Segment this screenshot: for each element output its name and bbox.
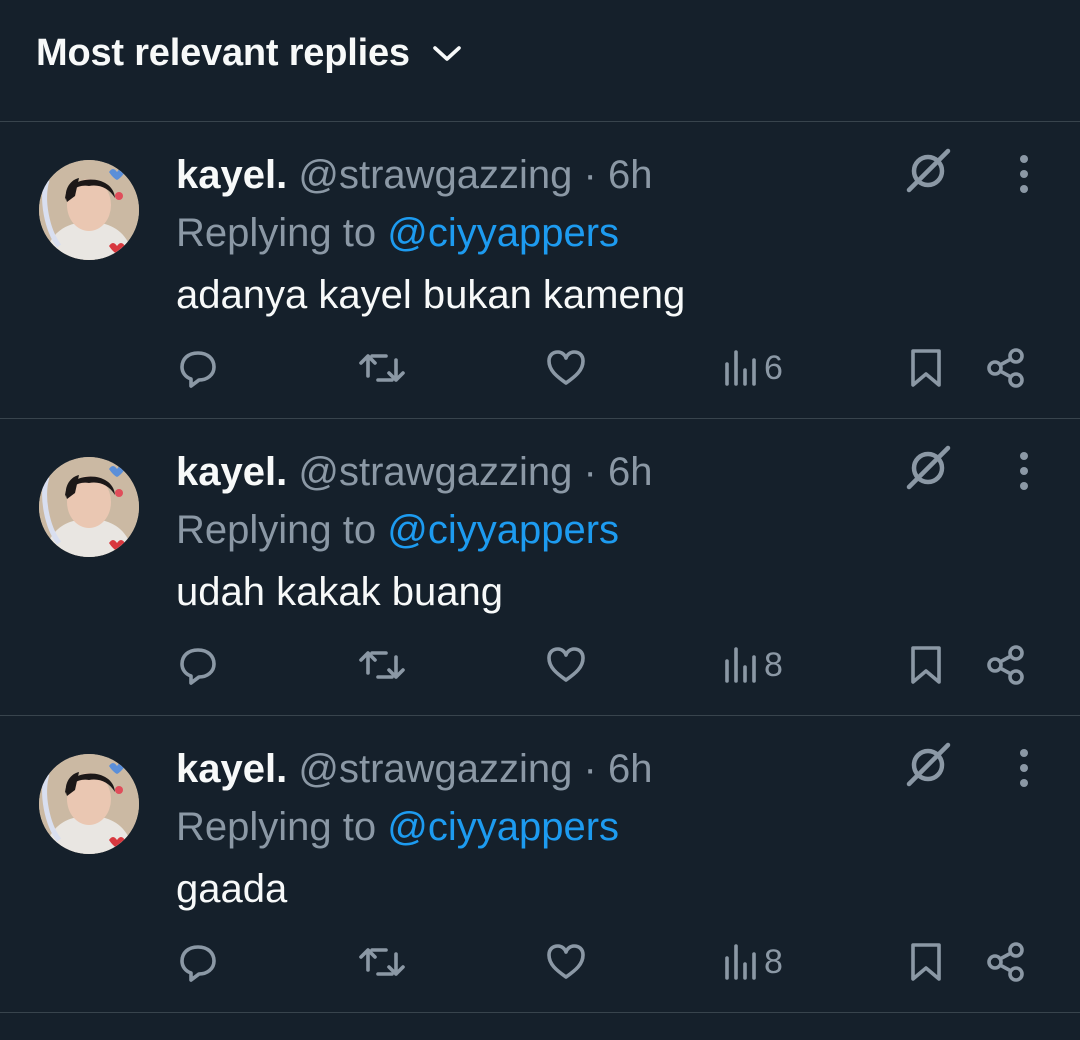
chevron-down-icon bbox=[432, 44, 462, 64]
replying-to-label: Replying to bbox=[176, 211, 377, 255]
reply-item[interactable]: kayel. @strawgazzing · 6h Replying to @c… bbox=[0, 122, 1080, 419]
share-icon bbox=[987, 348, 1024, 388]
like-button[interactable] bbox=[544, 940, 588, 984]
sort-replies-dropdown[interactable]: Most relevant replies bbox=[36, 32, 462, 75]
reply-list: kayel. @strawgazzing · 6h Replying to @c… bbox=[0, 122, 1080, 1013]
reply-item[interactable]: kayel. @strawgazzing · 6h Replying to @c… bbox=[0, 419, 1080, 716]
mention-link[interactable]: @ciyyappers bbox=[387, 508, 619, 552]
replies-header: Most relevant replies bbox=[0, 0, 1080, 122]
avatar[interactable] bbox=[39, 160, 139, 260]
views-button[interactable]: 6 bbox=[722, 348, 783, 388]
share-button[interactable] bbox=[984, 940, 1028, 984]
retweet-icon bbox=[359, 651, 405, 679]
display-name[interactable]: kayel. bbox=[176, 153, 287, 197]
share-button[interactable] bbox=[984, 346, 1028, 390]
reply-text: gaada bbox=[176, 867, 288, 911]
reply-button[interactable] bbox=[176, 940, 220, 984]
reply-button[interactable] bbox=[176, 346, 220, 390]
bookmark-button[interactable] bbox=[906, 346, 946, 390]
views-button[interactable]: 8 bbox=[722, 942, 783, 982]
bookmark-button[interactable] bbox=[906, 643, 946, 687]
display-name[interactable]: kayel. bbox=[176, 747, 287, 791]
mention-link[interactable]: @ciyyappers bbox=[387, 805, 619, 849]
retweet-button[interactable] bbox=[358, 940, 406, 984]
grok-icon[interactable] bbox=[904, 443, 954, 493]
reply-text: udah kakak buang bbox=[176, 570, 503, 614]
more-vertical-icon[interactable] bbox=[1004, 152, 1044, 196]
reply-text: adanya kayel bukan kameng bbox=[176, 273, 686, 317]
views-button[interactable]: 8 bbox=[722, 645, 783, 685]
more-vertical-icon[interactable] bbox=[1004, 449, 1044, 493]
reply-meta: kayel. @strawgazzing · 6h bbox=[176, 743, 930, 795]
timestamp[interactable]: 6h bbox=[608, 153, 653, 197]
view-count: 6 bbox=[764, 348, 783, 387]
views-icon bbox=[725, 350, 756, 386]
replying-to-line: Replying to @ciyyappers bbox=[176, 504, 930, 556]
view-count: 8 bbox=[764, 942, 783, 981]
display-name[interactable]: kayel. bbox=[176, 450, 287, 494]
replying-to-label: Replying to bbox=[176, 508, 377, 552]
user-handle[interactable]: @strawgazzing bbox=[298, 747, 572, 791]
bookmark-icon bbox=[911, 646, 941, 684]
retweet-icon bbox=[359, 354, 405, 382]
mention-link[interactable]: @ciyyappers bbox=[387, 211, 619, 255]
bookmark-icon bbox=[911, 943, 941, 981]
separator-dot: · bbox=[583, 450, 597, 494]
like-button[interactable] bbox=[544, 346, 588, 390]
replying-to-line: Replying to @ciyyappers bbox=[176, 207, 930, 259]
heart-icon bbox=[547, 350, 585, 385]
separator-dot: · bbox=[583, 153, 597, 197]
bookmark-button[interactable] bbox=[906, 940, 946, 984]
reply-button[interactable] bbox=[176, 643, 220, 687]
share-icon bbox=[987, 645, 1024, 685]
more-vertical-icon[interactable] bbox=[1004, 746, 1044, 790]
reply-content: kayel. @strawgazzing · 6h Replying to @c… bbox=[176, 743, 930, 915]
avatar[interactable] bbox=[39, 754, 139, 854]
bookmark-icon bbox=[911, 349, 941, 387]
views-icon bbox=[725, 944, 756, 980]
heart-icon bbox=[547, 944, 585, 979]
user-handle[interactable]: @strawgazzing bbox=[298, 153, 572, 197]
reply-meta: kayel. @strawgazzing · 6h bbox=[176, 446, 930, 498]
reply-icon bbox=[180, 351, 216, 388]
retweet-button[interactable] bbox=[358, 346, 406, 390]
user-handle[interactable]: @strawgazzing bbox=[298, 450, 572, 494]
timestamp[interactable]: 6h bbox=[608, 450, 653, 494]
reply-content: kayel. @strawgazzing · 6h Replying to @c… bbox=[176, 149, 930, 321]
timestamp[interactable]: 6h bbox=[608, 747, 653, 791]
grok-icon[interactable] bbox=[904, 740, 954, 790]
like-button[interactable] bbox=[544, 643, 588, 687]
reply-icon bbox=[180, 648, 216, 685]
separator-dot: · bbox=[583, 747, 597, 791]
replying-to-label: Replying to bbox=[176, 805, 377, 849]
sort-label: Most relevant replies bbox=[36, 32, 410, 74]
replying-to-line: Replying to @ciyyappers bbox=[176, 801, 930, 853]
view-count: 8 bbox=[764, 645, 783, 684]
retweet-icon bbox=[359, 948, 405, 976]
heart-icon bbox=[547, 647, 585, 682]
reply-icon bbox=[180, 945, 216, 982]
reply-content: kayel. @strawgazzing · 6h Replying to @c… bbox=[176, 446, 930, 618]
views-icon bbox=[725, 647, 756, 683]
grok-icon[interactable] bbox=[904, 146, 954, 196]
share-icon bbox=[987, 942, 1024, 982]
share-button[interactable] bbox=[984, 643, 1028, 687]
retweet-button[interactable] bbox=[358, 643, 406, 687]
reply-meta: kayel. @strawgazzing · 6h bbox=[176, 149, 930, 201]
avatar[interactable] bbox=[39, 457, 139, 557]
reply-item[interactable]: kayel. @strawgazzing · 6h Replying to @c… bbox=[0, 716, 1080, 1013]
